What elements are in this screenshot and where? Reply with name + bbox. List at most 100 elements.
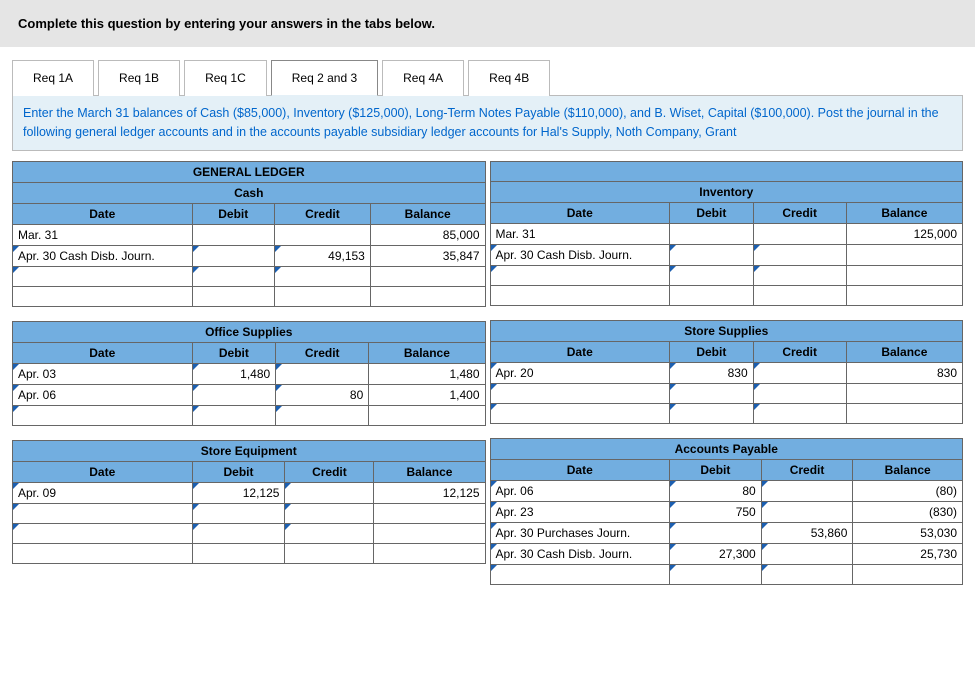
- ledger-cash: GENERAL LEDGER Cash Date Debit Credit Ba…: [12, 161, 486, 307]
- date-input[interactable]: [490, 383, 670, 403]
- debit-cell: [670, 223, 754, 244]
- page-title: Complete this question by entering your …: [0, 0, 975, 47]
- store-equipment-title: Store Equipment: [13, 440, 486, 461]
- date-input[interactable]: Apr. 30 Cash Disb. Journ.: [490, 244, 670, 265]
- tab-req-1b[interactable]: Req 1B: [98, 60, 180, 96]
- tab-req-4a[interactable]: Req 4A: [382, 60, 464, 96]
- col-date: Date: [13, 461, 193, 482]
- credit-input[interactable]: [753, 383, 846, 403]
- debit-input[interactable]: [670, 244, 754, 265]
- inventory-title: Inventory: [490, 181, 963, 202]
- date-input[interactable]: [490, 564, 670, 584]
- credit-input[interactable]: [285, 503, 374, 523]
- debit-input[interactable]: 750: [670, 501, 762, 522]
- debit-input[interactable]: [192, 245, 274, 266]
- debit-input[interactable]: 80: [670, 480, 762, 501]
- table-row: [490, 285, 963, 305]
- debit-input[interactable]: [670, 265, 754, 285]
- balance-cell: [853, 564, 963, 584]
- col-balance: Balance: [853, 459, 963, 480]
- debit-input[interactable]: [670, 564, 762, 584]
- credit-input[interactable]: [285, 523, 374, 543]
- credit-input[interactable]: [753, 244, 846, 265]
- debit-input[interactable]: 12,125: [192, 482, 285, 503]
- date-input[interactable]: Apr. 30 Purchases Journ.: [490, 522, 670, 543]
- date-input[interactable]: Apr. 30 Cash Disb. Journ.: [490, 543, 670, 564]
- office-supplies-title: Office Supplies: [13, 321, 486, 342]
- date-input[interactable]: [13, 523, 193, 543]
- date-input[interactable]: [13, 503, 193, 523]
- credit-input[interactable]: [761, 543, 853, 564]
- credit-input[interactable]: 80: [276, 384, 369, 405]
- debit-input[interactable]: 830: [670, 362, 754, 383]
- date-input[interactable]: Apr. 06: [13, 384, 193, 405]
- date-cell: Mar. 31: [490, 223, 670, 244]
- debit-input[interactable]: [670, 403, 754, 423]
- balance-cell: [846, 285, 962, 305]
- credit-cell: [753, 223, 846, 244]
- date-cell: [13, 543, 193, 563]
- debit-input[interactable]: [670, 522, 762, 543]
- credit-input[interactable]: [276, 363, 369, 384]
- balance-cell: [846, 265, 962, 285]
- col-credit: Credit: [285, 461, 374, 482]
- balance-cell: [374, 503, 485, 523]
- date-input[interactable]: Apr. 20: [490, 362, 670, 383]
- date-input[interactable]: [13, 405, 193, 425]
- ledger-store-supplies: Store Supplies Date Debit Credit Balance…: [490, 320, 964, 424]
- tab-req-4b[interactable]: Req 4B: [468, 60, 550, 96]
- credit-input[interactable]: [276, 405, 369, 425]
- balance-cell: 12,125: [374, 482, 485, 503]
- tab-req-2-and-3[interactable]: Req 2 and 3: [271, 60, 378, 96]
- debit-input[interactable]: [192, 405, 276, 425]
- credit-input[interactable]: [753, 403, 846, 423]
- table-row: [490, 383, 963, 403]
- date-input[interactable]: Apr. 23: [490, 501, 670, 522]
- credit-input[interactable]: [274, 266, 370, 286]
- col-debit: Debit: [192, 203, 274, 224]
- date-input[interactable]: Apr. 03: [13, 363, 193, 384]
- balance-cell: 25,730: [853, 543, 963, 564]
- table-row: Apr. 30 Cash Disb. Journ. 49,153 35,847: [13, 245, 486, 266]
- table-row: Mar. 31 85,000: [13, 224, 486, 245]
- balance-cell: (830): [853, 501, 963, 522]
- credit-input[interactable]: [761, 501, 853, 522]
- debit-input[interactable]: [192, 523, 285, 543]
- table-row: Apr. 06 80 (80): [490, 480, 963, 501]
- credit-input[interactable]: 53,860: [761, 522, 853, 543]
- credit-input[interactable]: 49,153: [274, 245, 370, 266]
- col-date: Date: [13, 342, 193, 363]
- col-credit: Credit: [276, 342, 369, 363]
- table-row: [13, 523, 486, 543]
- date-input[interactable]: [13, 266, 193, 286]
- ledger-inventory: Inventory Date Debit Credit Balance Mar.…: [490, 161, 964, 306]
- col-balance: Balance: [846, 341, 962, 362]
- debit-input[interactable]: 1,480: [192, 363, 276, 384]
- balance-cell: 830: [846, 362, 962, 383]
- col-credit: Credit: [274, 203, 370, 224]
- balance-cell: 85,000: [370, 224, 485, 245]
- date-input[interactable]: Apr. 09: [13, 482, 193, 503]
- table-row: Apr. 09 12,125 12,125: [13, 482, 486, 503]
- debit-input[interactable]: [192, 384, 276, 405]
- credit-input[interactable]: [761, 564, 853, 584]
- credit-input[interactable]: [285, 482, 374, 503]
- credit-input[interactable]: [761, 480, 853, 501]
- date-input[interactable]: [490, 403, 670, 423]
- tab-req-1a[interactable]: Req 1A: [12, 60, 94, 96]
- credit-input[interactable]: [753, 265, 846, 285]
- debit-input[interactable]: [192, 266, 274, 286]
- balance-cell: [369, 405, 485, 425]
- col-credit: Credit: [753, 341, 846, 362]
- date-input[interactable]: Apr. 30 Cash Disb. Journ.: [13, 245, 193, 266]
- ledger-office-supplies: Office Supplies Date Debit Credit Balanc…: [12, 321, 486, 426]
- col-date: Date: [490, 202, 670, 223]
- cash-title: Cash: [13, 182, 486, 203]
- debit-input[interactable]: [192, 503, 285, 523]
- tab-req-1c[interactable]: Req 1C: [184, 60, 267, 96]
- date-input[interactable]: Apr. 06: [490, 480, 670, 501]
- credit-input[interactable]: [753, 362, 846, 383]
- debit-input[interactable]: 27,300: [670, 543, 762, 564]
- date-input[interactable]: [490, 265, 670, 285]
- debit-input[interactable]: [670, 383, 754, 403]
